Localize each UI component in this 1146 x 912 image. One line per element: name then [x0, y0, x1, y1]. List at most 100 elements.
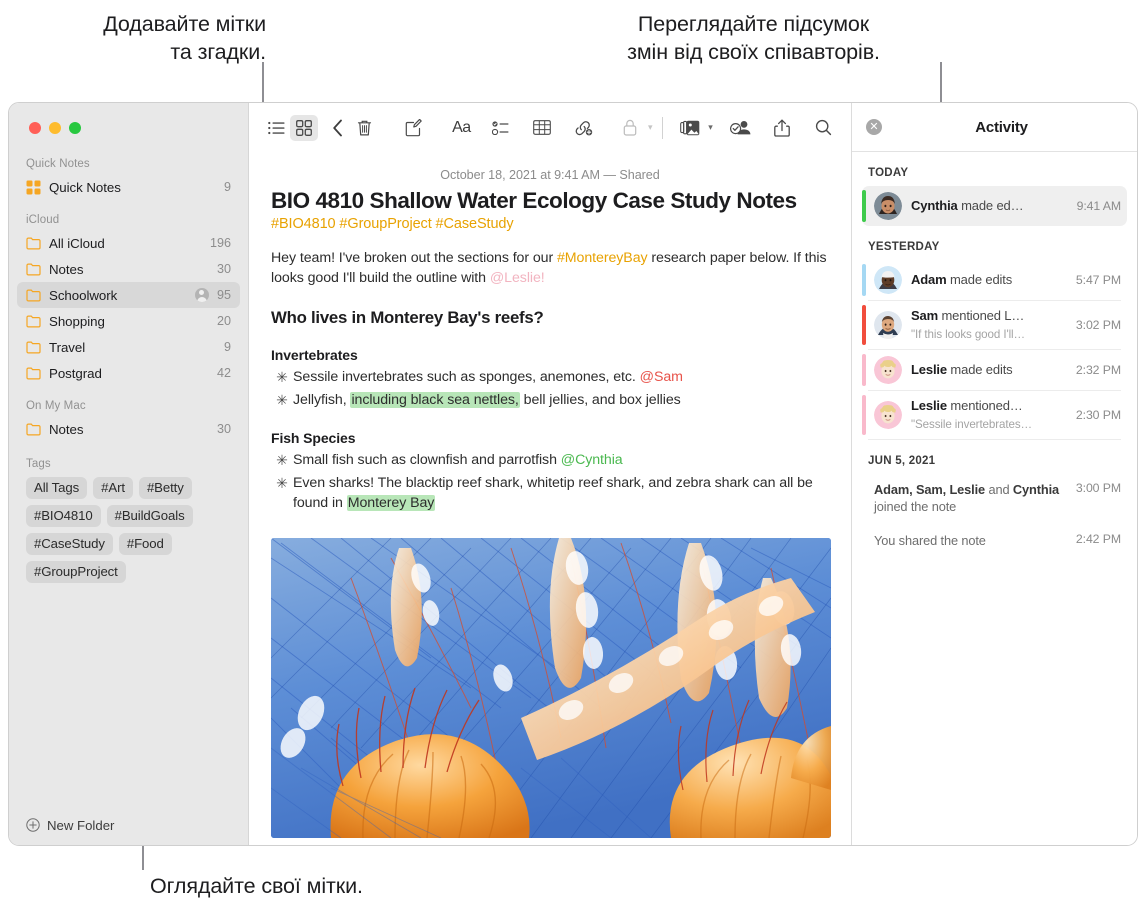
activity-pane: ✕ Activity TODAY Cynthia made ed… 9:41 A… — [851, 103, 1137, 845]
sidebar-item-travel[interactable]: Travel 9 — [17, 334, 240, 360]
sidebar-item-quick-notes[interactable]: Quick Notes 9 — [17, 174, 240, 200]
activity-row-time: 9:41 AM — [1076, 199, 1122, 213]
bullet-asterisk-icon: ✳ — [276, 392, 288, 409]
note-bullet-item[interactable]: ✳ Small fish such as clownfish and parro… — [271, 449, 829, 471]
activity-row-text: Sam mentioned L… — [911, 308, 1024, 323]
note-mention-cynthia[interactable]: @Cynthia — [561, 452, 623, 468]
trash-icon[interactable] — [351, 115, 378, 141]
compose-icon[interactable] — [401, 115, 428, 141]
activity-row-leslie-mentioned[interactable]: Leslie mentioned… "Sessile invertebrates… — [862, 391, 1127, 439]
note-bullet-text: Sessile invertebrates such as sponges, a… — [293, 367, 829, 388]
activity-color-bar — [862, 354, 866, 386]
format-aa-icon[interactable]: Aa — [450, 115, 473, 141]
link-add-icon[interactable] — [570, 115, 597, 141]
jellyfish-photo[interactable] — [271, 537, 831, 838]
sidebar-item-count: 196 — [209, 236, 231, 250]
table-icon[interactable] — [528, 115, 555, 141]
minimize-window-button[interactable] — [49, 121, 61, 134]
tag-chip-betty[interactable]: #Betty — [138, 477, 192, 499]
sidebar-item-shopping[interactable]: Shopping 20 — [17, 308, 240, 334]
note-mention-leslie[interactable]: @Leslie! — [490, 270, 545, 286]
bullet-asterisk-icon: ✳ — [276, 475, 288, 492]
bullet-asterisk-icon: ✳ — [276, 453, 288, 470]
activity-action-text: mentioned L… — [938, 308, 1025, 323]
sidebar-section-title-onmymac: On My Mac — [26, 400, 86, 412]
activity-list[interactable]: TODAY Cynthia made ed… 9:41 AM YESTERDAY… — [852, 152, 1137, 845]
back-chevron-icon[interactable] — [324, 115, 351, 141]
note-intro-paragraph[interactable]: Hey team! I've broken out the sections f… — [271, 232, 829, 289]
folder-icon — [26, 263, 41, 276]
sidebar-item-schoolwork[interactable]: Schoolwork 95 — [17, 282, 240, 308]
note-bullet-item[interactable]: ✳ Even sharks! The blacktip reef shark, … — [271, 472, 829, 514]
tag-chip-casestudy[interactable]: #CaseStudy — [26, 533, 113, 555]
note-tag-montereybay[interactable]: #MontereyBay — [557, 250, 648, 266]
tag-chip-buildgoals[interactable]: #BuildGoals — [106, 505, 193, 527]
sidebar-item-label: Postgrad — [49, 365, 102, 381]
note-inline-tags[interactable]: #BIO4810 #GroupProject #CaseStudy — [271, 214, 829, 232]
activity-row-leslie-edits[interactable]: Leslie made edits 2:32 PM — [862, 350, 1127, 390]
media-chevron-down-icon[interactable]: ▾ — [708, 122, 713, 133]
sidebar-item-count: 30 — [216, 422, 231, 436]
note-date-label: October 18, 2021 at 9:41 AM — Shared — [440, 168, 660, 182]
sidebar-item-label: Schoolwork — [49, 287, 118, 303]
activity-row-you-shared[interactable]: You shared the note 2:42 PM — [862, 522, 1127, 556]
sidebar-item-count: 95 — [216, 288, 231, 302]
format-aa-label: Aa — [452, 118, 471, 136]
activity-row-joined-note[interactable]: Adam, Sam, Leslie and Cynthia joined the… — [862, 474, 1127, 522]
lock-chevron-down-icon[interactable]: ▾ — [648, 122, 653, 133]
activity-row-body: Sam mentioned L… "If this looks good I'l… — [911, 307, 1067, 343]
activity-row-text: Leslie mentioned… — [911, 398, 1023, 413]
maximize-window-button[interactable] — [69, 121, 81, 134]
lock-icon[interactable] — [613, 115, 647, 141]
tag-chip-art[interactable]: #Art — [93, 477, 133, 499]
sidebar-item-all-icloud[interactable]: All iCloud 196 — [17, 230, 240, 256]
avatar-leslie — [874, 401, 902, 429]
share-collab-icon[interactable] — [727, 115, 754, 141]
media-icon[interactable] — [673, 115, 707, 141]
sidebar-section-title-icloud: iCloud — [26, 214, 60, 226]
window-traffic-lights — [9, 103, 248, 152]
note-content-scroll[interactable]: October 18, 2021 at 9:41 AM — Shared BIO… — [249, 152, 851, 845]
new-folder-button[interactable]: New Folder — [9, 805, 248, 845]
tag-chip-food[interactable]: #Food — [118, 533, 172, 555]
note-bullet-text: Small fish such as clownfish and parrotf… — [293, 450, 829, 471]
folder-icon — [26, 237, 41, 250]
close-window-button[interactable] — [29, 121, 41, 134]
note-bullet-list-fish: ✳ Small fish such as clownfish and parro… — [271, 446, 829, 513]
note-subheading-fish-species: Fish Species — [271, 430, 356, 447]
activity-color-bar — [862, 190, 866, 222]
search-icon[interactable] — [810, 115, 837, 141]
plus-circle-icon — [26, 818, 40, 832]
close-icon[interactable]: ✕ — [866, 119, 882, 135]
activity-row-text: Adam made edits — [911, 272, 1012, 287]
note-bullet-item[interactable]: ✳ Jellyfish, including black sea nettles… — [271, 389, 829, 411]
activity-row-sam-mentioned[interactable]: Sam mentioned L… "If this looks good I'l… — [862, 301, 1127, 349]
sidebar-item-postgrad[interactable]: Postgrad 42 — [17, 360, 240, 386]
share-icon[interactable] — [768, 115, 795, 141]
sidebar-item-notes-icloud[interactable]: Notes 30 — [17, 256, 240, 282]
activity-shared-text: You shared the note — [874, 533, 986, 549]
activity-row-cynthia-edits[interactable]: Cynthia made ed… 9:41 AM — [862, 186, 1127, 226]
activity-panel-title: Activity — [975, 118, 1028, 136]
tag-chip-all-tags[interactable]: All Tags — [26, 477, 88, 499]
activity-row-adam-edits[interactable]: Adam made edits 5:47 PM — [862, 260, 1127, 300]
sidebar-item-label: Notes — [49, 421, 84, 437]
folder-icon — [26, 289, 41, 302]
checklist-icon[interactable] — [487, 115, 514, 141]
activity-row-time: 3:00 PM — [1075, 481, 1121, 495]
note-bullet-item[interactable]: ✳ Sessile invertebrates such as sponges,… — [271, 366, 829, 388]
gallery-view-icon[interactable] — [290, 114, 318, 141]
sidebar-scroll-area[interactable]: Quick Notes Quick Notes 9 iCloud All iCl… — [9, 152, 248, 805]
note-mention-sam[interactable]: @Sam — [640, 369, 683, 385]
list-view-icon[interactable] — [263, 115, 290, 141]
activity-action-text: made edits — [946, 362, 1013, 377]
tag-chip-groupproject[interactable]: #GroupProject — [26, 561, 126, 583]
tag-chip-bio4810[interactable]: #BIO4810 — [26, 505, 101, 527]
callout-activity-label: Переглядайте підсумок змін від своїх спі… — [627, 12, 880, 65]
note-title[interactable]: BIO 4810 Shallow Water Ecology Case Stud… — [271, 188, 829, 214]
sidebar-item-label: All iCloud — [49, 235, 105, 251]
activity-row-time: 2:42 PM — [1075, 532, 1121, 547]
activity-row-text: Leslie made edits — [911, 362, 1013, 377]
callout-browse-label: Оглядайте свої мітки. — [150, 874, 363, 898]
sidebar-item-notes-local[interactable]: Notes 30 — [17, 416, 240, 442]
